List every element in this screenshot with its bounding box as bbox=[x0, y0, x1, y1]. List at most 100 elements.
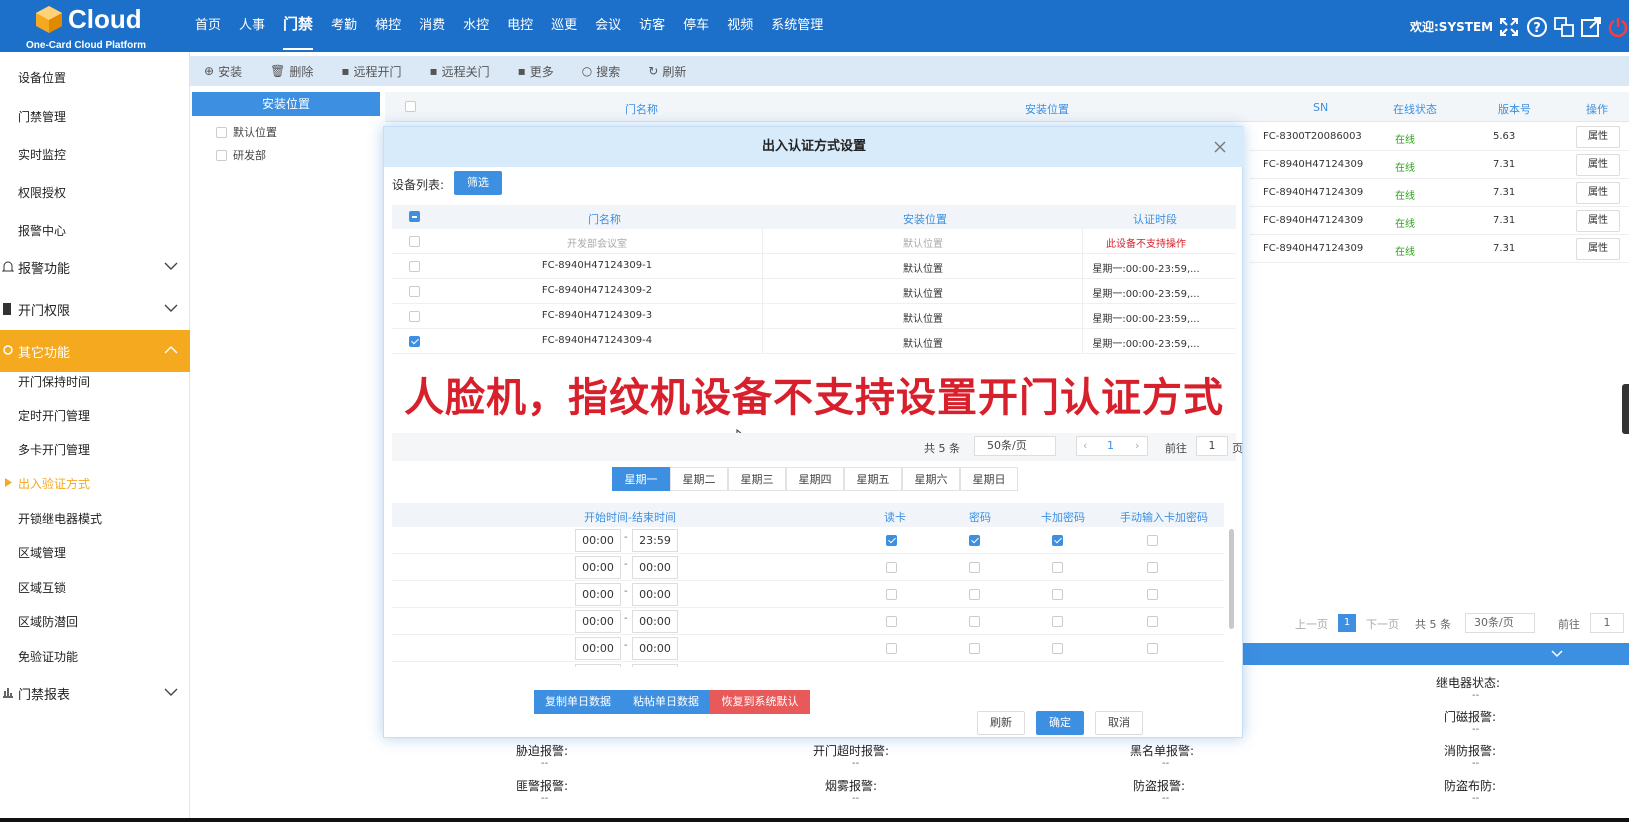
select-all-checkbox[interactable] bbox=[409, 211, 420, 222]
row-checkbox[interactable] bbox=[409, 261, 420, 272]
nav-item[interactable]: 视频 bbox=[727, 0, 753, 52]
nav-item[interactable]: 停车 bbox=[683, 0, 709, 52]
power-icon[interactable] bbox=[1607, 16, 1629, 38]
page-number[interactable]: 1 bbox=[1338, 614, 1356, 632]
weekday-tab[interactable]: 星期日 bbox=[960, 467, 1018, 491]
start-time-input[interactable]: 00:00 bbox=[575, 583, 621, 606]
device-row[interactable]: FC-8940H47124309-4 默认位置 星期一:00:00-23:59,..… bbox=[392, 329, 1236, 354]
language-icon[interactable] bbox=[1553, 16, 1575, 38]
weekday-tab[interactable]: 星期四 bbox=[786, 467, 844, 491]
pwd-checkbox[interactable] bbox=[969, 643, 980, 654]
sidebar-subitem-active[interactable]: 出入验证方式 bbox=[18, 475, 208, 492]
cancel-button[interactable]: 取消 bbox=[1095, 711, 1143, 735]
manual-checkbox[interactable] bbox=[1147, 643, 1158, 654]
goto-input[interactable]: 1 bbox=[1196, 436, 1228, 456]
page-size-select[interactable]: 30条/页 bbox=[1465, 613, 1535, 633]
end-time-input[interactable]: 00:00 bbox=[632, 556, 678, 579]
col-online-status[interactable]: 在线状态 bbox=[1393, 101, 1437, 117]
nav-item[interactable]: 电控 bbox=[507, 0, 533, 52]
location-item[interactable]: 研发部 bbox=[216, 147, 266, 163]
nav-item[interactable]: 梯控 bbox=[375, 0, 401, 52]
card-checkbox[interactable] bbox=[886, 616, 897, 627]
side-scroll-handle[interactable] bbox=[1622, 384, 1629, 434]
remote-close-button[interactable]: ▪ 远程关门 bbox=[429, 63, 489, 80]
device-row[interactable]: 开发部会议室 默认位置 此设备不支持操作 bbox=[392, 229, 1236, 254]
install-button[interactable]: ⊕ 安装 bbox=[204, 63, 242, 80]
external-link-icon[interactable] bbox=[1580, 16, 1602, 38]
sidebar-item-door-management[interactable]: 门禁管理 bbox=[18, 108, 208, 125]
sidebar-group-report[interactable]: 门禁报表 bbox=[0, 672, 190, 714]
chevron-left-icon[interactable]: ‹ bbox=[1083, 439, 1087, 452]
start-time-input[interactable]: 00:00 bbox=[575, 529, 621, 552]
weekday-tab[interactable]: 星期三 bbox=[728, 467, 786, 491]
paste-day-button[interactable]: 粘帖单日数据 bbox=[622, 690, 710, 714]
close-icon[interactable] bbox=[1214, 141, 1226, 153]
copy-day-button[interactable]: 复制单日数据 bbox=[534, 690, 622, 714]
properties-button[interactable]: 属性 bbox=[1576, 238, 1620, 260]
refresh-button[interactable]: ↻ 刷新 bbox=[648, 63, 686, 80]
checkbox[interactable] bbox=[216, 126, 227, 138]
sidebar-subitem[interactable]: 开门保持时间 bbox=[18, 373, 208, 390]
page-number[interactable]: 1 bbox=[1107, 439, 1114, 452]
pwd-checkbox[interactable] bbox=[969, 589, 980, 600]
nav-item[interactable]: 水控 bbox=[463, 0, 489, 52]
sidebar-group-door-permission[interactable]: 开门权限 bbox=[0, 288, 190, 330]
manual-checkbox[interactable] bbox=[1147, 589, 1158, 600]
page-size-select[interactable]: 50条/页 bbox=[974, 436, 1056, 456]
device-row[interactable]: FC-8940H47124309-2 默认位置 星期一:00:00-23:59,..… bbox=[392, 279, 1236, 304]
end-time-input[interactable]: 00:00 bbox=[632, 610, 678, 633]
end-time-input[interactable]: 00:00 bbox=[632, 583, 678, 606]
sidebar-item-permission[interactable]: 权限授权 bbox=[18, 184, 208, 201]
sidebar-subitem[interactable]: 区域防潜回 bbox=[18, 613, 208, 630]
cardpwd-checkbox[interactable] bbox=[1052, 616, 1063, 627]
pwd-checkbox[interactable] bbox=[969, 616, 980, 627]
weekday-tab[interactable]: 星期六 bbox=[902, 467, 960, 491]
manual-checkbox[interactable] bbox=[1147, 535, 1158, 546]
sidebar-group-alarm[interactable]: 报警功能 bbox=[0, 246, 190, 288]
sidebar-item-device-location[interactable]: 设备位置 bbox=[18, 69, 208, 86]
weekday-tab[interactable]: 星期二 bbox=[670, 467, 728, 491]
cardpwd-checkbox[interactable] bbox=[1052, 643, 1063, 654]
device-row[interactable]: FC-8940H47124309-1 默认位置 星期一:00:00-23:59,..… bbox=[392, 254, 1236, 279]
goto-input[interactable]: 1 bbox=[1590, 613, 1624, 633]
weekday-tab[interactable]: 星期五 bbox=[844, 467, 902, 491]
sidebar-subitem[interactable]: 定时开门管理 bbox=[18, 407, 208, 424]
nav-item[interactable]: 系统管理 bbox=[771, 0, 823, 52]
manual-checkbox[interactable] bbox=[1147, 562, 1158, 573]
nav-item[interactable]: 巡更 bbox=[551, 0, 577, 52]
nav-item[interactable]: 访客 bbox=[639, 0, 665, 52]
end-time-input[interactable]: 23:59 bbox=[632, 529, 678, 552]
refresh-button[interactable]: 刷新 bbox=[977, 711, 1025, 735]
card-checkbox[interactable] bbox=[886, 643, 897, 654]
card-checkbox[interactable] bbox=[886, 562, 897, 573]
sidebar-subitem[interactable]: 区域互锁 bbox=[18, 579, 208, 596]
manual-checkbox[interactable] bbox=[1147, 616, 1158, 627]
sidebar-item-realtime-monitor[interactable]: 实时监控 bbox=[18, 146, 208, 163]
pwd-checkbox[interactable] bbox=[969, 535, 980, 546]
filter-button[interactable]: 筛选 bbox=[454, 171, 502, 195]
card-checkbox[interactable] bbox=[886, 535, 897, 546]
help-icon[interactable]: ? bbox=[1526, 16, 1548, 38]
properties-button[interactable]: 属性 bbox=[1576, 210, 1620, 232]
prev-page-button[interactable]: 上一页 bbox=[1295, 616, 1328, 632]
cardpwd-checkbox[interactable] bbox=[1052, 535, 1063, 546]
row-checkbox[interactable] bbox=[409, 286, 420, 297]
cardpwd-checkbox[interactable] bbox=[1052, 589, 1063, 600]
properties-button[interactable]: 属性 bbox=[1576, 182, 1620, 204]
checkbox[interactable] bbox=[216, 149, 227, 161]
confirm-button[interactable]: 确定 bbox=[1036, 711, 1084, 735]
delete-button[interactable]: 🗑 删除 bbox=[270, 63, 313, 80]
end-time-input[interactable]: 00:00 bbox=[632, 637, 678, 660]
more-button[interactable]: ▪ 更多 bbox=[518, 63, 554, 80]
row-checkbox[interactable] bbox=[409, 311, 420, 322]
nav-item[interactable]: 人事 bbox=[239, 0, 265, 52]
sidebar-group-other-functions[interactable]: 其它功能 bbox=[0, 330, 190, 372]
next-page-button[interactable]: 下一页 bbox=[1366, 616, 1399, 632]
page-navigator[interactable]: ‹ 1 › bbox=[1076, 436, 1148, 456]
card-checkbox[interactable] bbox=[886, 589, 897, 600]
chevron-right-icon[interactable]: › bbox=[1135, 439, 1139, 452]
nav-item[interactable]: 首页 bbox=[195, 0, 221, 52]
scrollbar[interactable] bbox=[1229, 529, 1234, 629]
properties-button[interactable]: 属性 bbox=[1576, 126, 1620, 148]
search-button[interactable]: ○ 搜索 bbox=[582, 63, 621, 80]
